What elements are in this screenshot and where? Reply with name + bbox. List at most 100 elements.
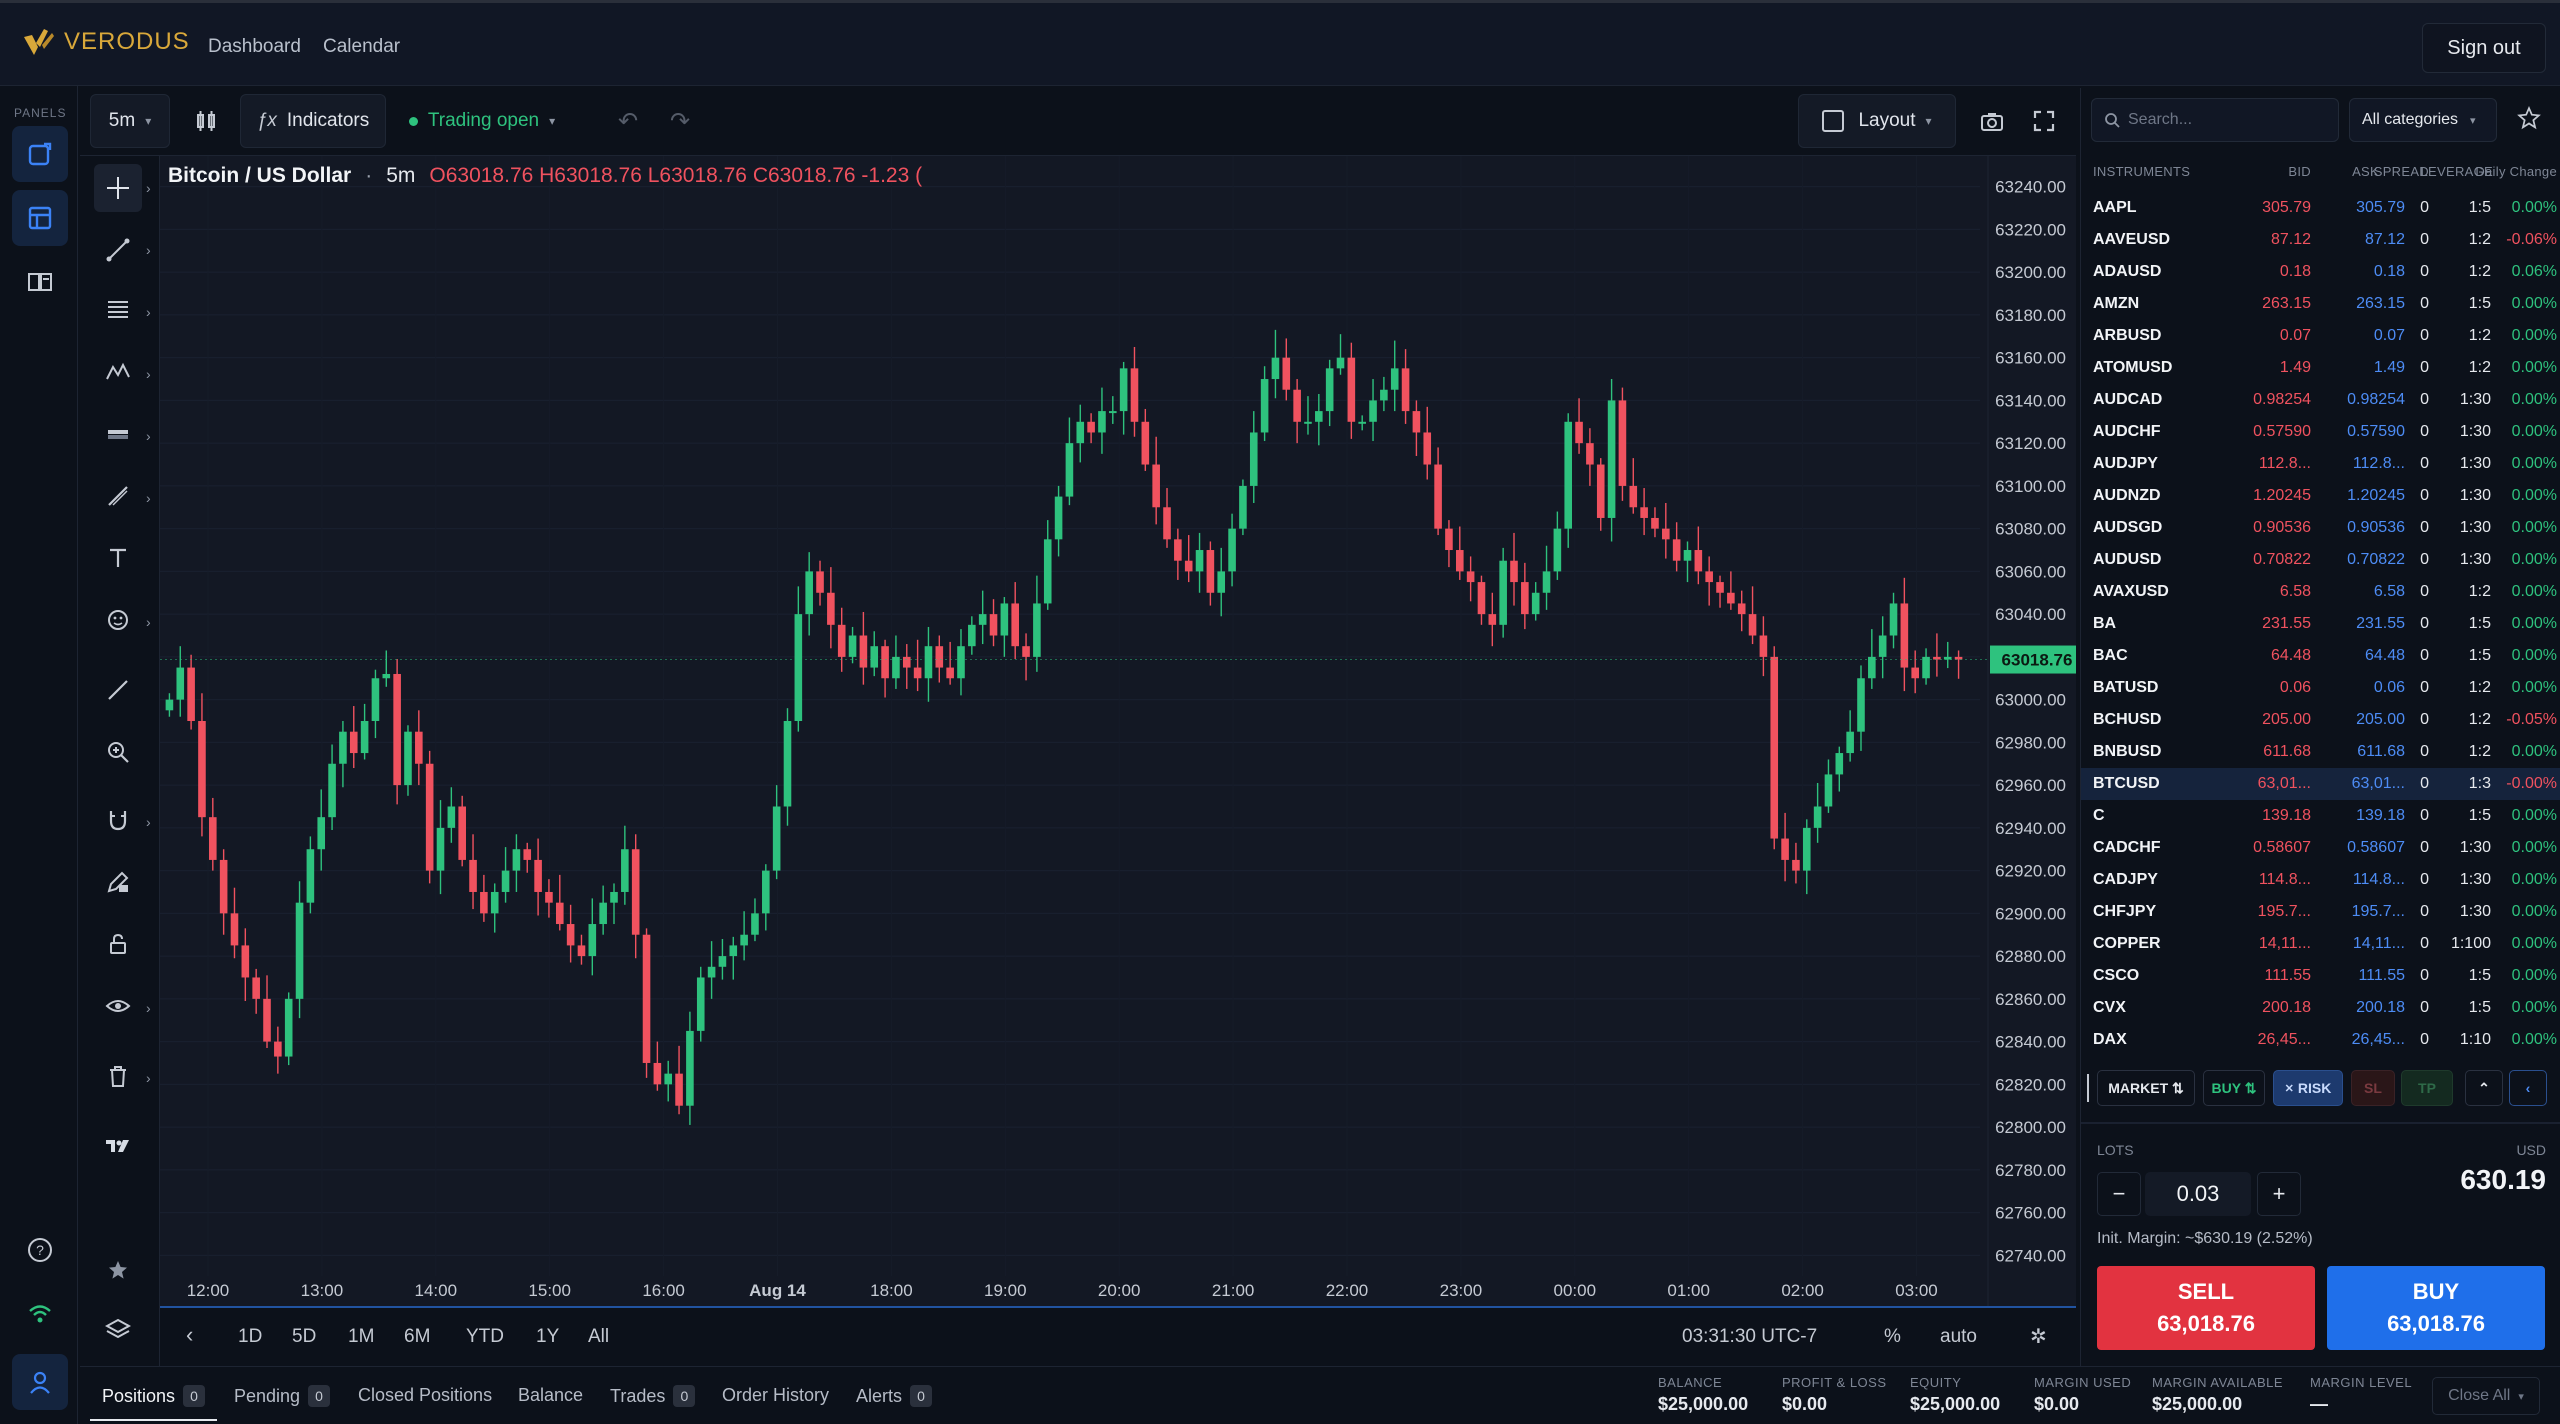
emoji-tool[interactable] bbox=[94, 596, 142, 644]
trendline-tool[interactable] bbox=[94, 226, 142, 274]
col-bid[interactable]: BID bbox=[2245, 164, 2311, 179]
tab-closed-positions[interactable]: Closed Positions bbox=[358, 1385, 492, 1406]
indicators-button[interactable]: ƒx Indicators bbox=[240, 94, 386, 148]
tab-balance[interactable]: Balance bbox=[518, 1385, 583, 1406]
range-1y[interactable]: 1Y bbox=[536, 1326, 559, 1348]
lock-drawing-tool[interactable] bbox=[94, 858, 142, 906]
range-1m[interactable]: 1M bbox=[348, 1326, 374, 1348]
instrument-row[interactable]: ATOMUSD 1.49 1.49 0 1:2 0.00% bbox=[2081, 352, 2560, 384]
layout-button[interactable]: Layout ▾ bbox=[1798, 94, 1956, 148]
layers-tool[interactable] bbox=[94, 1306, 142, 1354]
percent-toggle[interactable]: % bbox=[1884, 1326, 1901, 1348]
instrument-row[interactable]: AUDCAD 0.98254 0.98254 0 1:30 0.00% bbox=[2081, 384, 2560, 416]
order-type-market[interactable]: MARKET ⇅ bbox=[2097, 1070, 2195, 1106]
chevron-right-icon[interactable]: › bbox=[146, 614, 151, 630]
instrument-row[interactable]: AUDJPY 112.8... 112.8... 0 1:30 0.00% bbox=[2081, 448, 2560, 480]
stop-loss-toggle[interactable]: SL bbox=[2351, 1070, 2395, 1106]
col-daily-change[interactable]: Daily Change bbox=[2461, 164, 2557, 179]
nav-dashboard[interactable]: Dashboard bbox=[208, 36, 301, 58]
risk-toggle[interactable]: ✕ RISK bbox=[2273, 1070, 2343, 1106]
collapse-panel-button[interactable]: ‹ bbox=[2509, 1070, 2547, 1106]
instrument-row[interactable]: BTCUSD 63,01... 63,01... 0 1:3 -0.00% bbox=[2081, 768, 2560, 800]
instrument-row[interactable]: AVAXUSD 6.58 6.58 0 1:2 0.00% bbox=[2081, 576, 2560, 608]
instrument-row[interactable]: C 139.18 139.18 0 1:5 0.00% bbox=[2081, 800, 2560, 832]
zoom-tool[interactable] bbox=[94, 728, 142, 776]
rail-chart-button[interactable] bbox=[12, 126, 68, 182]
lock-tool[interactable] bbox=[94, 920, 142, 968]
instrument-row[interactable]: CVX 200.18 200.18 0 1:5 0.00% bbox=[2081, 992, 2560, 1024]
instrument-row[interactable]: BA 231.55 231.55 0 1:5 0.00% bbox=[2081, 608, 2560, 640]
sell-button[interactable]: SELL 63,018.76 bbox=[2097, 1266, 2315, 1350]
col-instruments[interactable]: INSTRUMENTS bbox=[2093, 164, 2190, 179]
instrument-row[interactable]: ARBUSD 0.07 0.07 0 1:2 0.00% bbox=[2081, 320, 2560, 352]
instrument-row[interactable]: BNBUSD 611.68 611.68 0 1:2 0.00% bbox=[2081, 736, 2560, 768]
instrument-row[interactable]: CADCHF 0.58607 0.58607 0 1:30 0.00% bbox=[2081, 832, 2560, 864]
brand-logo[interactable]: VERODUS bbox=[22, 27, 190, 57]
chevron-right-icon[interactable]: › bbox=[146, 180, 151, 196]
range-5d[interactable]: 5D bbox=[292, 1326, 316, 1348]
chevron-right-icon[interactable]: › bbox=[146, 242, 151, 258]
instrument-row[interactable]: AAPL 305.79 305.79 0 1:5 0.00% bbox=[2081, 192, 2560, 224]
account-button[interactable] bbox=[12, 1354, 68, 1410]
instrument-row[interactable]: AMZN 263.15 263.15 0 1:5 0.00% bbox=[2081, 288, 2560, 320]
candlestick-chart[interactable]: 63240.00 63220.00 63200.00 63180.00 63160.00… bbox=[160, 156, 2076, 1306]
fib-tool[interactable] bbox=[94, 286, 142, 334]
instrument-row[interactable]: CSCO 111.55 111.55 0 1:5 0.00% bbox=[2081, 960, 2560, 992]
chevron-right-icon[interactable]: › bbox=[146, 428, 151, 444]
nav-calendar[interactable]: Calendar bbox=[323, 36, 400, 58]
lots-input[interactable]: 0.03 bbox=[2145, 1172, 2251, 1216]
tab-alerts[interactable]: Alerts 0 bbox=[856, 1385, 933, 1407]
interval-select[interactable]: 5m ▾ bbox=[90, 94, 170, 148]
trading-status[interactable]: Trading open ▾ bbox=[398, 94, 566, 148]
screenshot-button[interactable] bbox=[1970, 94, 2014, 148]
order-side-buy[interactable]: BUY ⇅ bbox=[2203, 1070, 2265, 1106]
text-tool[interactable] bbox=[94, 534, 142, 582]
prediction-tool[interactable] bbox=[94, 410, 142, 458]
instrument-row[interactable]: BATUSD 0.06 0.06 0 1:2 0.00% bbox=[2081, 672, 2560, 704]
chevron-left-icon[interactable]: ‹ bbox=[186, 1322, 193, 1348]
range-1d[interactable]: 1D bbox=[238, 1326, 262, 1348]
tab-trades[interactable]: Trades 0 bbox=[610, 1385, 696, 1407]
pattern-tool[interactable] bbox=[94, 348, 142, 396]
instrument-row[interactable]: AAVEUSD 87.12 87.12 0 1:2 -0.06% bbox=[2081, 224, 2560, 256]
instrument-row[interactable]: ADAUSD 0.18 0.18 0 1:2 0.06% bbox=[2081, 256, 2560, 288]
chevron-right-icon[interactable]: › bbox=[146, 490, 151, 506]
chevron-right-icon[interactable]: › bbox=[146, 1070, 151, 1086]
favorites-button[interactable] bbox=[2517, 105, 2541, 135]
category-select[interactable]: All categories ▾ bbox=[2349, 98, 2497, 142]
chevron-right-icon[interactable]: › bbox=[146, 814, 151, 830]
lots-decrement[interactable]: − bbox=[2097, 1172, 2141, 1216]
buy-button[interactable]: BUY 63,018.76 bbox=[2327, 1266, 2545, 1350]
instrument-search[interactable]: Search... bbox=[2091, 98, 2339, 142]
undo-button[interactable]: ↶ bbox=[606, 94, 650, 148]
help-button[interactable]: ? bbox=[12, 1222, 68, 1278]
instrument-row[interactable]: CHFJPY 195.7... 195.7... 0 1:30 0.00% bbox=[2081, 896, 2560, 928]
expand-up-button[interactable]: ⌃ bbox=[2465, 1070, 2503, 1106]
instrument-row[interactable]: DAX 26,45... 26,45... 0 1:10 0.00% bbox=[2081, 1024, 2560, 1056]
instrument-row[interactable]: BAC 64.48 64.48 0 1:5 0.00% bbox=[2081, 640, 2560, 672]
favorites-tool[interactable] bbox=[94, 1246, 142, 1294]
magnet-tool[interactable] bbox=[94, 796, 142, 844]
chevron-right-icon[interactable]: › bbox=[146, 1000, 151, 1016]
visibility-tool[interactable] bbox=[94, 982, 142, 1030]
settings-icon[interactable]: ✲ bbox=[2030, 1324, 2047, 1349]
lots-increment[interactable]: + bbox=[2257, 1172, 2301, 1216]
chevron-right-icon[interactable]: › bbox=[146, 304, 151, 320]
instrument-row[interactable]: COPPER 14,11... 14,11... 0 1:100 0.00% bbox=[2081, 928, 2560, 960]
chart-type-button[interactable] bbox=[184, 94, 228, 148]
tab-positions[interactable]: Positions 0 bbox=[90, 1385, 218, 1421]
rail-news-button[interactable] bbox=[12, 254, 68, 310]
take-profit-toggle[interactable]: TP bbox=[2401, 1070, 2453, 1106]
price-chart[interactable]: 63240.00 63220.00 63200.00 63180.00 63160.00… bbox=[160, 156, 2076, 1306]
tab-order-history[interactable]: Order History bbox=[722, 1385, 829, 1406]
close-all-button[interactable]: Close All ▾ bbox=[2432, 1377, 2540, 1415]
delete-tool[interactable] bbox=[94, 1052, 142, 1100]
instrument-row[interactable]: AUDSGD 0.90536 0.90536 0 1:30 0.00% bbox=[2081, 512, 2560, 544]
crosshair-tool[interactable] bbox=[94, 164, 142, 212]
range-all[interactable]: All bbox=[588, 1326, 609, 1348]
instrument-row[interactable]: BCHUSD 205.00 205.00 0 1:2 -0.05% bbox=[2081, 704, 2560, 736]
instrument-row[interactable]: AUDCHF 0.57590 0.57590 0 1:30 0.00% bbox=[2081, 416, 2560, 448]
rail-layout-button[interactable] bbox=[12, 190, 68, 246]
brush-tool[interactable] bbox=[94, 472, 142, 520]
sign-out-button[interactable]: Sign out bbox=[2422, 23, 2546, 73]
